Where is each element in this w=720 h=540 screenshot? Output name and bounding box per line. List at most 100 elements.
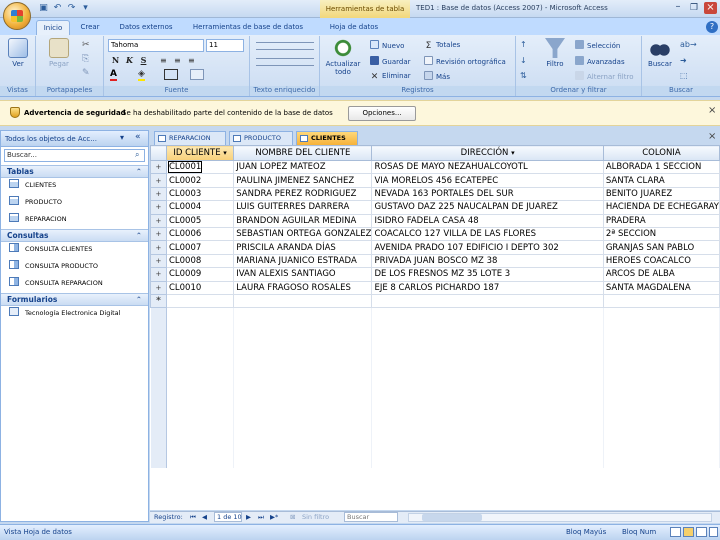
- delete-record-button[interactable]: ✕ Eliminar: [370, 71, 411, 82]
- next-record-icon[interactable]: ▶: [246, 512, 251, 523]
- doc-tab-producto[interactable]: PRODUCTO: [229, 131, 293, 145]
- save-record-button[interactable]: Guardar: [370, 56, 411, 67]
- table-cell[interactable]: HEROES COACALCO: [602, 253, 720, 269]
- table-cell[interactable]: CL0007: [165, 240, 235, 255]
- table-cell[interactable]: CL0006: [165, 226, 235, 242]
- table-cell[interactable]: [165, 293, 235, 309]
- table-cell[interactable]: JUAN LOPEZ MATEOZ: [233, 159, 373, 175]
- goto-icon[interactable]: ➜: [680, 56, 687, 65]
- table-cell[interactable]: CL0004: [165, 200, 235, 215]
- table-cell[interactable]: PRISCILA ARANDA DÍAS: [233, 240, 373, 255]
- underline-icon[interactable]: S: [138, 55, 149, 66]
- view-button[interactable]: Ver: [3, 38, 33, 78]
- pivot-chart-icon[interactable]: [696, 527, 707, 537]
- column-dropdown-icon[interactable]: ▾: [511, 149, 515, 157]
- align-right-icon[interactable]: ≡: [188, 56, 195, 65]
- expand-icon[interactable]: +: [150, 159, 167, 175]
- pivot-table-icon[interactable]: [683, 527, 694, 537]
- filter-status[interactable]: Sin filtro: [302, 512, 329, 523]
- table-cell[interactable]: HACIENDA DE ECHEGARAY: [602, 200, 720, 215]
- expand-icon[interactable]: +: [150, 240, 167, 255]
- table-cell[interactable]: [602, 293, 720, 309]
- bold-icon[interactable]: N: [110, 55, 121, 66]
- close-icon[interactable]: ×: [704, 2, 717, 14]
- table-row[interactable]: + CL0009 IVAN ALEXIS SANTIAGO DE LOS FRESNO…: [150, 267, 720, 282]
- column-header-id-cliente[interactable]: ID CLIENTE ▾: [165, 145, 235, 161]
- prev-record-icon[interactable]: ◀: [202, 512, 207, 523]
- table-row[interactable]: + CL0007 PRISCILA ARANDA DÍAS AVENIDA PRADO…: [150, 240, 720, 255]
- advanced-button[interactable]: Avanzadas: [575, 56, 625, 67]
- nav-item-reparacion[interactable]: REPARACION: [9, 212, 67, 227]
- nav-dropdown-icon[interactable]: ▾: [120, 133, 124, 142]
- last-record-icon[interactable]: ⏭: [258, 512, 264, 523]
- close-document-icon[interactable]: ×: [708, 131, 716, 142]
- italic-icon[interactable]: K: [124, 55, 135, 66]
- table-cell[interactable]: CL0010: [165, 280, 235, 295]
- table-cell[interactable]: CL0003: [165, 186, 235, 202]
- table-cell[interactable]: CL0009: [165, 267, 235, 282]
- table-cell[interactable]: PAULINA JIMENEZ SANCHEZ: [233, 173, 373, 188]
- first-record-icon[interactable]: ⏮: [190, 512, 196, 523]
- table-cell[interactable]: CL0002: [165, 173, 235, 188]
- table-cell[interactable]: CL0008: [165, 253, 235, 269]
- table-cell[interactable]: ARCOS DE ALBA: [602, 267, 720, 282]
- save-icon[interactable]: ▣: [38, 3, 49, 14]
- table-cell[interactable]: IVAN ALEXIS SANTIAGO: [233, 267, 373, 282]
- security-options-button[interactable]: Opciones...: [348, 106, 416, 121]
- format-painter-icon[interactable]: ✎: [82, 68, 90, 78]
- table-cell[interactable]: CL0005: [165, 213, 235, 228]
- table-row[interactable]: + CL0006 SEBASTIAN ORTEGA GONZALEZ COACALCO…: [150, 226, 720, 242]
- spelling-button[interactable]: Revisión ortográfica: [424, 56, 506, 67]
- gridlines-icon[interactable]: [164, 69, 178, 80]
- table-row[interactable]: + CL0010 LAURA FRAGOSO ROSALES EJE 8 CARLOS…: [150, 280, 720, 295]
- font-name-select[interactable]: Tahoma: [108, 39, 204, 52]
- totals-button[interactable]: Σ Totales: [424, 40, 461, 51]
- nav-item-clientes[interactable]: CLIENTES: [9, 178, 56, 193]
- indent-icon[interactable]: [256, 58, 314, 66]
- table-cell[interactable]: DE LOS FRESNOS MZ 35 LOTE 3: [371, 267, 604, 282]
- column-dropdown-icon[interactable]: ▾: [223, 149, 227, 157]
- expand-icon[interactable]: +: [150, 226, 167, 242]
- redo-icon[interactable]: ↷: [66, 3, 77, 14]
- column-header-nombre[interactable]: NOMBRE DEL CLIENTE: [233, 145, 373, 161]
- new-record-row[interactable]: *: [150, 293, 720, 309]
- paste-button[interactable]: Pegar: [44, 38, 74, 78]
- table-cell[interactable]: SEBASTIAN ORTEGA GONZALEZ: [233, 226, 373, 242]
- more-button[interactable]: Más: [424, 71, 450, 82]
- align-left-icon[interactable]: ≡: [160, 56, 167, 65]
- table-row[interactable]: + CL0008 MARIANA JUANICO ESTRADA PRIVADA JU…: [150, 253, 720, 269]
- table-cell[interactable]: SANTA MAGDALENA: [602, 280, 720, 295]
- find-button[interactable]: Buscar: [646, 38, 674, 78]
- table-cell[interactable]: EJE 8 CARLOS PICHARDO 187: [371, 280, 604, 295]
- table-cell[interactable]: [233, 293, 373, 309]
- cut-icon[interactable]: ✂: [82, 40, 90, 50]
- table-row[interactable]: + CL0003 SANDRA PEREZ RODRIGUEZ NEVADA 163 …: [150, 186, 720, 202]
- table-cell[interactable]: SANDRA PEREZ RODRIGUEZ: [233, 186, 373, 202]
- filter-button[interactable]: Filtro: [540, 38, 570, 78]
- select-icon[interactable]: ⬚: [680, 71, 688, 80]
- doc-tab-reparacion[interactable]: REPARACION: [154, 131, 226, 145]
- table-cell[interactable]: PRIVADA JUAN BOSCO MZ 38: [371, 253, 604, 269]
- column-header-direccion[interactable]: DIRECCIÓN ▾: [371, 145, 604, 161]
- copy-icon[interactable]: ⎘: [82, 54, 89, 64]
- nav-item-consulta-reparacion[interactable]: CONSULTA REPARACION: [9, 276, 103, 291]
- tab-inicio[interactable]: Inicio: [36, 20, 70, 35]
- column-header-colonia[interactable]: COLONIA: [602, 145, 720, 161]
- table-cell[interactable]: CL0001: [165, 159, 235, 175]
- qat-dropdown-icon[interactable]: ▾: [80, 3, 91, 14]
- nav-search-input[interactable]: Buscar...: [4, 149, 145, 162]
- record-position-input[interactable]: 1 de 10: [214, 512, 242, 522]
- nav-item-consulta-clientes[interactable]: CONSULTA CLIENTES: [9, 242, 92, 257]
- nav-search-icon[interactable]: ⌕: [135, 150, 139, 160]
- scrollbar-thumb[interactable]: [422, 514, 482, 521]
- nav-item-formulario[interactable]: Tecnología Electronica Digital: [9, 306, 120, 321]
- expand-icon[interactable]: +: [150, 186, 167, 202]
- table-cell[interactable]: GRANJAS SAN PABLO: [602, 240, 720, 255]
- help-icon[interactable]: ?: [706, 21, 718, 33]
- table-cell[interactable]: ROSAS DE MAYO NEZAHUALCOYOTL: [371, 159, 604, 175]
- table-cell[interactable]: MARIANA JUANICO ESTRADA: [233, 253, 373, 269]
- current-cell[interactable]: CL0001: [167, 161, 203, 173]
- select-all-cell[interactable]: [150, 145, 167, 161]
- table-cell[interactable]: SANTA CLARA: [602, 173, 720, 188]
- new-record-button[interactable]: Nuevo: [370, 40, 404, 51]
